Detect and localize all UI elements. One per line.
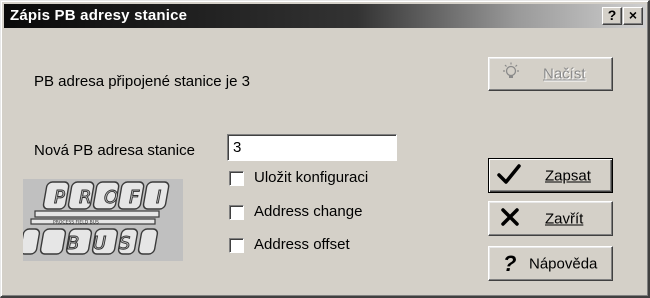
address-change-checkbox[interactable] [229,205,244,220]
write-button[interactable]: Zapsat [488,158,613,193]
save-config-checkbox[interactable] [229,171,244,186]
title-bar[interactable]: Zápis PB adresy stanice ? × [4,4,646,28]
save-config-label: Uložit konfiguraci [254,169,369,186]
svg-text:R: R [79,187,92,208]
load-button-label: Načíst [543,65,586,83]
address-change-label: Address change [254,203,363,220]
write-button-label: Zapsat [545,167,591,184]
help-button[interactable]: ? Nápověda [488,246,613,281]
window-title: Zápis PB adresy stanice [10,7,188,24]
new-address-input[interactable]: 3 [227,134,397,161]
connected-address-label: PB adresa připojené stanice je 3 [34,73,250,90]
svg-text:S: S [119,233,130,254]
load-button[interactable]: Načíst [488,57,613,91]
svg-text:PROCESS FIELD BUS: PROCESS FIELD BUS [53,220,99,226]
svg-text:O: O [104,187,118,208]
address-offset-label: Address offset [254,236,350,253]
svg-text:B: B [67,233,79,254]
help-button-label: Nápověda [529,255,598,272]
close-title-button[interactable]: × [623,7,643,25]
svg-text:I: I [156,187,161,208]
x-icon [501,207,519,230]
svg-text:P: P [54,187,65,208]
checkmark-icon [497,163,521,189]
svg-text:F: F [129,187,140,208]
address-offset-checkbox[interactable] [229,238,244,253]
close-button[interactable]: Zavřít [488,201,613,236]
new-address-label: Nová PB adresa stanice [34,142,195,159]
help-title-button[interactable]: ? [602,7,622,25]
close-button-label: Zavřít [545,210,584,227]
lightbulb-icon [501,62,521,86]
svg-text:U: U [93,233,106,254]
profibus-logo: P R O F I PROCESS FIELD BUS B U S [19,179,183,261]
dialog-window: Zápis PB adresy stanice ? × PB adresa př… [0,0,650,298]
question-icon: ? [503,250,517,276]
